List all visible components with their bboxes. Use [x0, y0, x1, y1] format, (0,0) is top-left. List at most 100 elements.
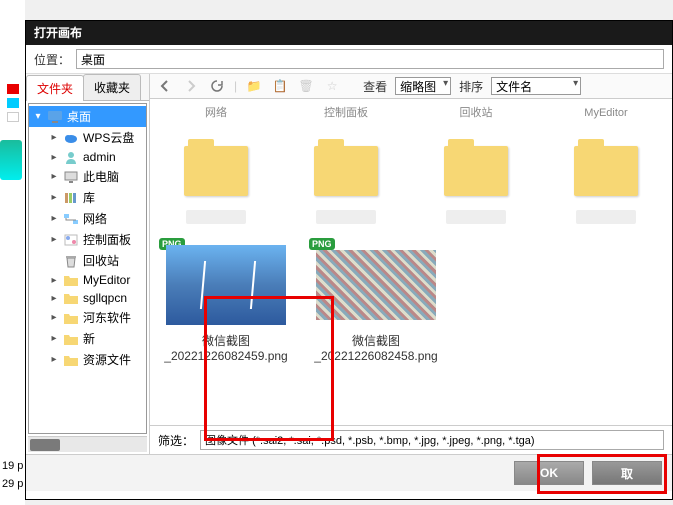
file-label: 网络 [160, 107, 272, 120]
refresh-icon[interactable] [208, 77, 226, 95]
tree-item-4[interactable]: ▸库 [29, 187, 146, 208]
tree-item-label: 新 [83, 330, 95, 347]
tool-gradient[interactable] [0, 140, 22, 180]
folder-item[interactable] [416, 132, 536, 228]
toolbar-sep: | [234, 79, 237, 93]
tree-cloud-icon [63, 131, 79, 145]
tree-item-8[interactable]: ▸ MyEditor [29, 271, 146, 289]
dialog-title: 打开画布 [34, 26, 82, 40]
tree-arrow-icon[interactable]: ▸ [49, 192, 59, 203]
file-label-blurred [186, 210, 246, 224]
tab-favorites[interactable]: 收藏夹 [83, 74, 141, 100]
folder-tree-panel: 文件夹 收藏夹 ▾桌面▸WPS云盘▸admin▸此电脑▸库▸网络▸控制面板回收站… [26, 74, 150, 454]
copy-icon: 📋 [271, 77, 289, 95]
tree-item-1[interactable]: ▸ WPS云盘 [29, 127, 146, 148]
tab-folders[interactable]: 文件夹 [26, 75, 84, 101]
tree-arrow-icon[interactable]: ▸ [49, 152, 59, 163]
thumb-image-collage [316, 250, 436, 320]
tree-arrow-icon[interactable]: ▸ [49, 293, 59, 304]
tree-arrow-icon[interactable]: ▸ [49, 275, 59, 286]
tree-item-6[interactable]: ▸ 控制面板 [29, 229, 146, 250]
tree-folder-icon [63, 311, 79, 325]
tree-ctrl-icon [63, 233, 79, 247]
bg-value-29: 29 p [2, 478, 23, 490]
folder-item[interactable] [546, 132, 666, 228]
location-label: 位置： [34, 51, 70, 68]
tree-item-7[interactable]: 回收站 [29, 250, 146, 271]
tree-item-11[interactable]: ▸新 [29, 328, 146, 349]
file-label-blurred [576, 210, 636, 224]
color-swatch-white[interactable] [7, 112, 19, 122]
tree-arrow-icon[interactable]: ▸ [49, 132, 59, 143]
tree-item-label: 网络 [83, 210, 107, 227]
grid-label-item[interactable]: 回收站 [416, 103, 536, 124]
folder-icon [574, 146, 638, 196]
tree-arrow-icon[interactable]: ▸ [49, 171, 59, 182]
tree-folder-icon [63, 353, 79, 367]
tree-item-0[interactable]: ▾桌面 [29, 106, 146, 127]
folder-thumb [171, 136, 261, 206]
tree-arrow-icon[interactable]: ▾ [33, 111, 43, 122]
tree-item-5[interactable]: ▸ 网络 [29, 208, 146, 229]
folder-thumb [431, 136, 521, 206]
folder-item[interactable] [286, 132, 406, 228]
tree-hscrollbar[interactable] [28, 436, 147, 452]
folder-item[interactable] [156, 132, 276, 228]
tree-arrow-icon[interactable]: ▸ [49, 354, 59, 365]
color-swatch-red[interactable] [7, 84, 19, 94]
file-label-blurred [446, 210, 506, 224]
tree-item-label: 河东软件 [83, 309, 131, 326]
tree-folder-icon [63, 273, 79, 287]
tree-arrow-icon[interactable]: ▸ [49, 333, 59, 344]
grid-label-item[interactable]: 网络 [156, 103, 276, 124]
highlight-box-file [204, 296, 334, 441]
tree-pc-icon [63, 170, 79, 184]
grid-label-item[interactable]: MyEditor [546, 103, 666, 124]
folder-icon [184, 146, 248, 196]
tree-tabs: 文件夹 收藏夹 [26, 74, 149, 101]
tree-item-label: 此电脑 [83, 168, 119, 185]
tree-bin-icon [63, 254, 79, 268]
location-row: 位置： [26, 45, 672, 74]
file-label-blurred [316, 210, 376, 224]
tree-item-label: 回收站 [83, 252, 119, 269]
tree-net-icon [63, 212, 79, 226]
tree-item-label: admin [83, 150, 116, 164]
tree-item-10[interactable]: ▸ 河东软件 [29, 307, 146, 328]
tree-hscroll-thumb[interactable] [30, 439, 60, 451]
view-select[interactable]: 缩略图 [395, 77, 451, 95]
tree-item-label: MyEditor [83, 273, 130, 287]
tree-item-label: 资源文件 [83, 351, 131, 368]
tree-arrow-icon[interactable]: ▸ [49, 234, 59, 245]
tree-user-icon [63, 150, 79, 164]
delete-icon: 🗑 [297, 77, 315, 95]
grid-label-item[interactable]: 控制面板 [286, 103, 406, 124]
tree-lib-icon [63, 191, 79, 205]
folder-icon [314, 146, 378, 196]
location-input[interactable] [76, 49, 664, 69]
tree-desktop-icon [47, 110, 63, 124]
tree-arrow-icon[interactable]: ▸ [49, 213, 59, 224]
app-background-left: 19 p 29 p [0, 0, 25, 505]
dialog-titlebar[interactable]: 打开画布 [26, 21, 672, 45]
color-swatch-cyan[interactable] [7, 98, 19, 108]
tree-item-label: WPS云盘 [83, 129, 134, 146]
tree-item-3[interactable]: ▸ 此电脑 [29, 166, 146, 187]
bg-value-19: 19 p [2, 460, 23, 472]
tree-list: ▾桌面▸WPS云盘▸admin▸此电脑▸库▸网络▸控制面板回收站▸MyEdito… [29, 104, 146, 372]
tree-arrow-icon[interactable]: ▸ [49, 312, 59, 323]
sort-select[interactable]: 文件名 [491, 77, 581, 95]
tree-item-2[interactable]: ▸ admin [29, 148, 146, 166]
sort-label: 排序 [459, 78, 483, 95]
folder-icon [444, 146, 508, 196]
highlight-box-buttons [537, 454, 667, 494]
tree-item-9[interactable]: ▸sgllqpcn [29, 289, 146, 307]
filter-label: 筛选： [158, 432, 194, 449]
tree-item-12[interactable]: ▸ 资源文件 [29, 349, 146, 370]
file-label: MyEditor [550, 107, 662, 120]
nav-fwd-icon [182, 77, 200, 95]
nav-back-icon[interactable] [156, 77, 174, 95]
tree-item-label: 控制面板 [83, 231, 131, 248]
png-badge-icon: PNG [309, 238, 335, 250]
tree-scroll[interactable]: ▾桌面▸WPS云盘▸admin▸此电脑▸库▸网络▸控制面板回收站▸MyEdito… [28, 103, 147, 434]
